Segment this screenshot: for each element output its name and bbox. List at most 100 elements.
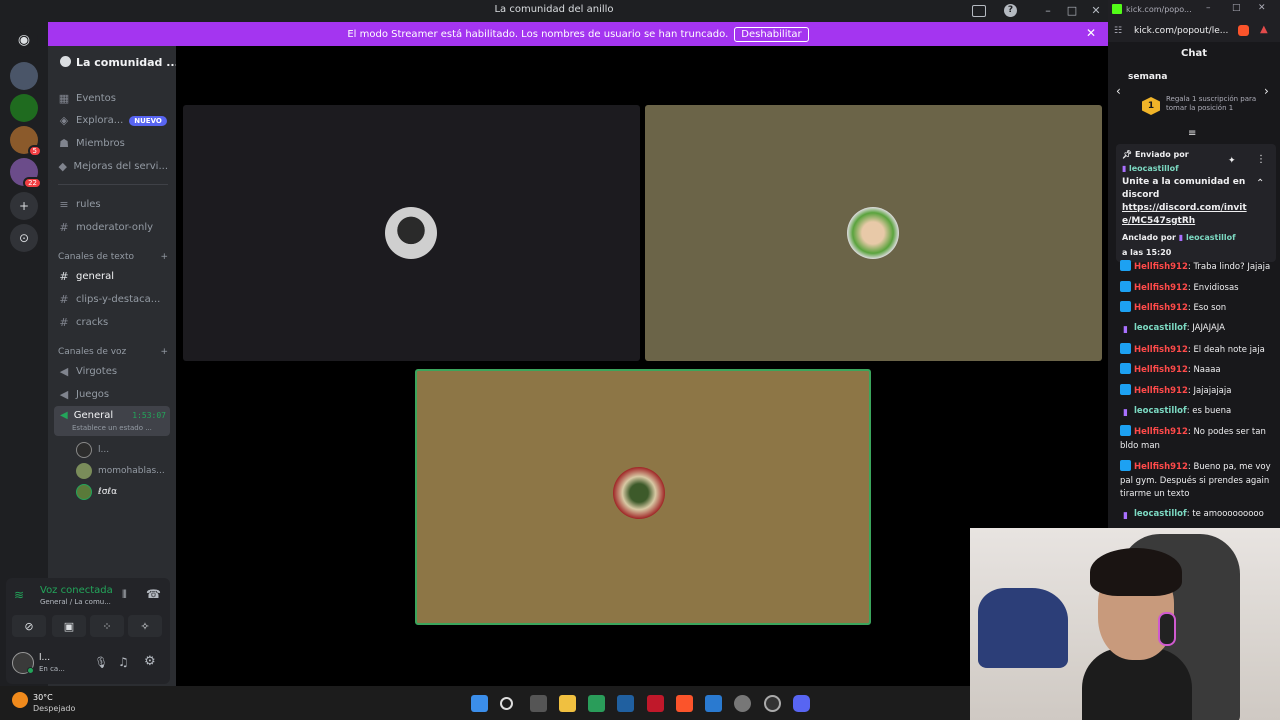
game-app-icon[interactable] — [647, 695, 664, 712]
channel-explore[interactable]: ◈ Explora... NUEVO — [58, 114, 168, 127]
chat-message: Hellfish912: Eso son — [1120, 301, 1272, 316]
explore-icon[interactable]: ⊙ — [10, 224, 38, 252]
voice-channel-virgotes[interactable]: ◀ Virgotes — [58, 365, 168, 378]
sub-badge-icon — [1120, 281, 1131, 292]
pin-icon: 📌︎ — [1122, 150, 1133, 159]
maximize-icon[interactable]: □ — [1232, 3, 1241, 13]
mod-icon: ▮ — [1123, 408, 1128, 418]
channel-members[interactable]: ☗ Miembros — [58, 137, 168, 150]
calendar-icon: ▦ — [58, 92, 70, 105]
minimize-icon[interactable]: – — [1040, 3, 1056, 19]
voice-channel-juegos[interactable]: ◀ Juegos — [58, 388, 168, 401]
gear-icon[interactable]: ⚙ — [144, 654, 156, 669]
server-icon-1[interactable] — [10, 62, 38, 90]
search-icon[interactable] — [500, 697, 513, 710]
add-channel-icon[interactable]: + — [160, 252, 168, 262]
address-url[interactable]: kick.com/popout/le... — [1134, 26, 1228, 36]
file-explorer-icon[interactable] — [559, 695, 576, 712]
server-badge: 22 — [23, 177, 42, 189]
settings-icon[interactable] — [734, 695, 751, 712]
voice-location[interactable]: General / La comu... — [40, 598, 111, 606]
discord-icon[interactable] — [793, 695, 810, 712]
participant-tile-speaking[interactable] — [415, 369, 871, 625]
server-icon-4[interactable]: 22 — [10, 158, 42, 189]
channel-rules[interactable]: ≡ rules — [58, 198, 168, 211]
add-server-icon[interactable]: + — [10, 192, 38, 220]
week-label: semana — [1128, 72, 1168, 82]
sub-badge-icon — [1120, 301, 1131, 312]
brave-shield-icon[interactable] — [1238, 25, 1249, 36]
avatar — [76, 442, 92, 458]
weather-temp[interactable]: 30°C — [33, 693, 53, 702]
voice-channel-general[interactable]: ◀ General 1:53:07 Establece un estado ..… — [54, 406, 170, 436]
vscode-icon[interactable] — [705, 695, 722, 712]
hash-icon: # — [59, 221, 69, 234]
more-options-icon[interactable]: ⋮ — [1256, 154, 1266, 165]
discord-home-icon[interactable]: ◉ — [10, 26, 38, 54]
task-view-icon[interactable] — [530, 695, 547, 712]
avatar — [385, 207, 437, 259]
help-icon[interactable]: ? — [1004, 4, 1017, 17]
sub-badge-icon — [1120, 363, 1131, 374]
close-window-icon[interactable]: ✕ — [1258, 3, 1266, 13]
channel-clips[interactable]: # clips-y-destaca... — [58, 293, 168, 306]
participant-tile[interactable] — [645, 105, 1102, 361]
close-banner-icon[interactable]: ✕ — [1086, 26, 1096, 40]
kick-logo-icon — [1112, 4, 1122, 14]
chevron-up-icon[interactable]: ⌃ — [1256, 178, 1264, 189]
chat-title: Chat — [1181, 48, 1207, 59]
chat-message: Hellfish912: Bueno pa, me voy pal gym. D… — [1120, 460, 1271, 499]
pinned-message: 📌︎ Enviado por ▮ leocastillof ✦ ⋮ ⌃ Unit… — [1116, 144, 1276, 262]
filter-icon[interactable]: ≡ — [1188, 128, 1196, 139]
speaker-icon: ◀ — [59, 388, 69, 401]
headphones-icon[interactable]: ♫ — [118, 655, 129, 669]
soundwave-icon[interactable]: ⦀ — [122, 588, 127, 602]
pin-icon[interactable]: ✦ — [1228, 156, 1236, 166]
voice-user[interactable]: l... — [76, 442, 109, 458]
screen-share-button[interactable]: ▣ — [52, 615, 86, 637]
disable-streamer-button[interactable]: Deshabilitar — [734, 26, 809, 42]
activities-button[interactable]: ⁘ — [90, 615, 124, 637]
banner-text: El modo Streamer está habilitado. Los no… — [347, 28, 729, 40]
microphone-icon[interactable]: 🎙︎ — [94, 656, 108, 669]
channel-events[interactable]: ▦ Eventos — [58, 92, 168, 105]
voice-status[interactable]: Establece un estado ... — [72, 424, 152, 432]
maximize-icon[interactable]: □ — [1064, 3, 1080, 19]
store-icon[interactable] — [588, 695, 605, 712]
chat-message: Hellfish912: Jajajajaja — [1120, 384, 1272, 399]
server-icon-2[interactable] — [10, 94, 38, 122]
chevron-left-icon[interactable]: ‹ — [1116, 84, 1121, 98]
app-icon[interactable] — [617, 695, 634, 712]
rewards-icon[interactable]: ▲ — [1260, 24, 1268, 35]
mod-icon: ▮ — [1178, 233, 1184, 242]
channel-moderator-only[interactable]: # moderator-only — [58, 221, 168, 234]
site-settings-icon[interactable]: ☷ — [1114, 26, 1122, 36]
voice-user[interactable]: ℓσℓα — [76, 484, 117, 500]
chat-message: ▮ leocastillof: es buena — [1120, 405, 1272, 419]
pinned-link[interactable]: https://discord.com/invite/MC547sgtRh — [1122, 202, 1252, 228]
participant-tile[interactable] — [183, 105, 640, 361]
disconnect-icon[interactable]: ☎ — [146, 587, 161, 601]
channel-general[interactable]: # general — [58, 270, 168, 283]
windows-start-icon[interactable] — [471, 695, 488, 712]
add-channel-icon[interactable]: + — [160, 347, 168, 357]
category-text[interactable]: Canales de texto + — [58, 252, 168, 262]
tab-url[interactable]: kick.com/popo... — [1126, 5, 1192, 14]
sub-badge-icon — [1120, 260, 1131, 271]
camera-off-button[interactable]: ⊘ — [12, 615, 46, 637]
soundboard-button[interactable]: ✧ — [128, 615, 162, 637]
close-window-icon[interactable]: ✕ — [1088, 3, 1104, 19]
boost-icon: ◆ — [58, 160, 67, 173]
category-voice[interactable]: Canales de voz + — [58, 347, 168, 357]
obs-icon[interactable] — [764, 695, 781, 712]
server-name[interactable]: La comunidad ... ⌄ — [60, 56, 192, 69]
server-icon-3[interactable]: 5 — [10, 126, 42, 157]
voice-user[interactable]: momohablas... — [76, 463, 165, 479]
sub-promo[interactable]: Regala 1 suscripción para tomar la posic… — [1166, 95, 1266, 112]
channel-cracks[interactable]: # cracks — [58, 316, 168, 329]
chat-message: ▮ leocastillof: JAJAJAJA — [1120, 322, 1272, 336]
inbox-icon[interactable] — [972, 5, 986, 17]
channel-boosts[interactable]: ◆ Mejoras del servi... — [58, 160, 168, 173]
brave-icon[interactable] — [676, 695, 693, 712]
minimize-icon[interactable]: – — [1206, 3, 1211, 13]
